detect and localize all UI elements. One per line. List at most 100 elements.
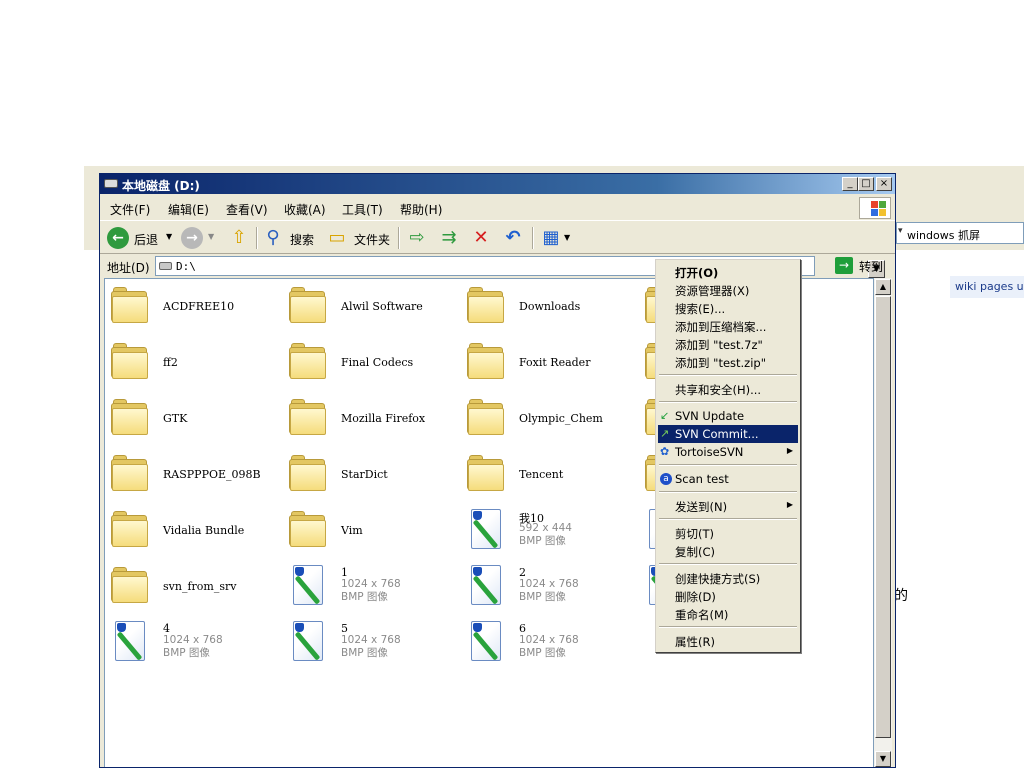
folder-item[interactable]: svn_from_srv (107, 563, 283, 613)
move-to-button[interactable]: ⇨ (404, 225, 432, 251)
folder-icon: ▭ (328, 227, 346, 248)
file-item[interactable]: 6 1024 x 768 BMP 图像 (463, 619, 639, 669)
file-item[interactable]: 1 1024 x 768 BMP 图像 (285, 563, 461, 613)
folder-item[interactable]: ff2 (107, 339, 283, 389)
menu-item-properties[interactable]: 属性(R) (658, 632, 798, 650)
menu-item-sharing[interactable]: 共享和安全(H)... (658, 380, 798, 398)
undo-icon: ↶ (505, 227, 521, 248)
folder-item[interactable]: Foxit Reader (463, 339, 639, 389)
folders-label: 文件夹 (354, 233, 391, 247)
folder-icon (289, 399, 327, 435)
back-button[interactable]: ← 后退 ▼ (104, 225, 176, 251)
menu-separator (659, 491, 797, 493)
search-button[interactable]: ⚲ 搜索 (260, 225, 320, 251)
folder-item[interactable]: Mozilla Firefox (285, 395, 461, 445)
folder-item[interactable]: StarDict (285, 451, 461, 501)
address-value: D:\ (176, 260, 196, 273)
minimize-button[interactable]: _ (842, 177, 858, 191)
background-wiki-link[interactable]: wiki pages u (950, 276, 1024, 298)
menu-favorites[interactable]: 收藏(A) (284, 201, 326, 218)
folder-item[interactable]: Tencent (463, 451, 639, 501)
menu-item-explore[interactable]: 资源管理器(X) (658, 281, 798, 299)
folder-item[interactable]: Alwil Software (285, 283, 461, 333)
paint-brush-icon (113, 621, 147, 663)
menu-separator (659, 518, 797, 520)
scroll-thumb[interactable] (875, 296, 891, 738)
submenu-arrow-icon: ▶ (786, 500, 793, 509)
file-item[interactable]: 5 1024 x 768 BMP 图像 (285, 619, 461, 669)
item-name: svn_from_srv (163, 580, 237, 593)
menu-item-svn-commit[interactable]: ↗ SVN Commit... (658, 425, 798, 443)
menu-view[interactable]: 查看(V) (226, 201, 268, 218)
folder-item[interactable]: Vidalia Bundle (107, 507, 283, 557)
toolbar: ← 后退 ▼ → ▼ ⇧ ⚲ 搜索 ▭ 文件夹 ⇨ ⇉ ✕ ↶ ▦ ▼ (100, 220, 895, 254)
item-name: Vim (341, 524, 363, 537)
folders-button[interactable]: ▭ 文件夹 (324, 225, 394, 251)
back-dropdown-icon[interactable]: ▼ (166, 232, 172, 241)
file-item[interactable]: 4 1024 x 768 BMP 图像 (107, 619, 283, 669)
menu-item-create-shortcut[interactable]: 创建快捷方式(S) (658, 569, 798, 587)
folder-icon (289, 455, 327, 491)
folder-item[interactable]: Olympic_Chem (463, 395, 639, 445)
back-arrow-icon: ← (107, 227, 129, 249)
menu-item-scan[interactable]: a Scan test (658, 470, 798, 488)
folder-item[interactable]: RASPPPOE_098B (107, 451, 283, 501)
context-menu: 打开(O) 资源管理器(X) 搜索(E)... 添加到压缩档案... 添加到 "… (655, 259, 801, 653)
windows-logo-icon (859, 197, 891, 219)
item-name: Mozilla Firefox (341, 412, 426, 425)
views-button[interactable]: ▦ ▼ (538, 225, 574, 251)
delete-button[interactable]: ✕ (468, 225, 496, 251)
close-button[interactable]: × (876, 177, 892, 191)
menu-item-add-archive[interactable]: 添加到压缩档案... (658, 317, 798, 335)
up-folder-icon: ⇧ (231, 227, 247, 248)
menu-item-delete[interactable]: 删除(D) (658, 587, 798, 605)
menu-item-tortoisesvn[interactable]: ✿ TortoiseSVN ▶ (658, 443, 798, 461)
svn-commit-label: SVN Commit... (675, 427, 759, 441)
menu-help[interactable]: 帮助(H) (400, 201, 442, 218)
move-to-icon: ⇨ (409, 227, 425, 248)
item-type: BMP 图像 (163, 647, 210, 659)
menu-item-copy[interactable]: 复制(C) (658, 542, 798, 560)
menu-item-send-to[interactable]: 发送到(N) ▶ (658, 497, 798, 515)
item-name: Tencent (519, 468, 564, 481)
menu-tools[interactable]: 工具(T) (342, 201, 383, 218)
background-search-box[interactable]: windows 抓屏 (896, 222, 1024, 244)
folder-icon (467, 343, 505, 379)
send-to-label: 发送到(N) (675, 500, 728, 514)
menu-item-add-zip[interactable]: 添加到 "test.zip" (658, 353, 798, 371)
folder-item[interactable]: ACDFREE10 (107, 283, 283, 333)
menu-file[interactable]: 文件(F) (110, 201, 150, 218)
go-button[interactable]: → 转到 (835, 256, 890, 276)
menu-item-rename[interactable]: 重命名(M) (658, 605, 798, 623)
forward-button[interactable]: → ▼ (178, 225, 218, 251)
delete-x-icon: ✕ (473, 227, 489, 248)
up-folder-button[interactable]: ⇧ (226, 225, 254, 251)
folder-item[interactable]: Downloads (463, 283, 639, 333)
folder-icon (111, 343, 149, 379)
menu-item-cut[interactable]: 剪切(T) (658, 524, 798, 542)
menu-separator (659, 401, 797, 403)
forward-dropdown-icon[interactable]: ▼ (208, 232, 214, 241)
vertical-scrollbar[interactable]: ▲ ▼ (874, 278, 892, 767)
views-dropdown-icon[interactable]: ▼ (564, 233, 570, 242)
folder-item[interactable]: Vim (285, 507, 461, 557)
menu-item-add-7z[interactable]: 添加到 "test.7z" (658, 335, 798, 353)
menu-item-search[interactable]: 搜索(E)... (658, 299, 798, 317)
drive-icon (159, 262, 172, 270)
folder-item[interactable]: Final Codecs (285, 339, 461, 389)
undo-button[interactable]: ↶ (500, 225, 528, 251)
folder-item[interactable]: GTK (107, 395, 283, 445)
item-name: Alwil Software (341, 300, 423, 313)
file-item[interactable]: 2 1024 x 768 BMP 图像 (463, 563, 639, 613)
copy-to-button[interactable]: ⇉ (436, 225, 464, 251)
menu-edit[interactable]: 编辑(E) (168, 201, 209, 218)
file-item[interactable]: 我10 592 x 444 BMP 图像 (463, 507, 639, 557)
menu-item-svn-update[interactable]: ↙ SVN Update (658, 407, 798, 425)
folder-icon (467, 455, 505, 491)
title-bar[interactable]: 本地磁盘 (D:) _ □ × (100, 174, 895, 194)
maximize-button[interactable]: □ (858, 177, 874, 191)
scroll-down-icon[interactable]: ▼ (875, 751, 891, 767)
scroll-up-icon[interactable]: ▲ (875, 279, 891, 295)
address-label: 地址(D) (107, 261, 150, 275)
menu-item-open[interactable]: 打开(O) (658, 263, 798, 281)
